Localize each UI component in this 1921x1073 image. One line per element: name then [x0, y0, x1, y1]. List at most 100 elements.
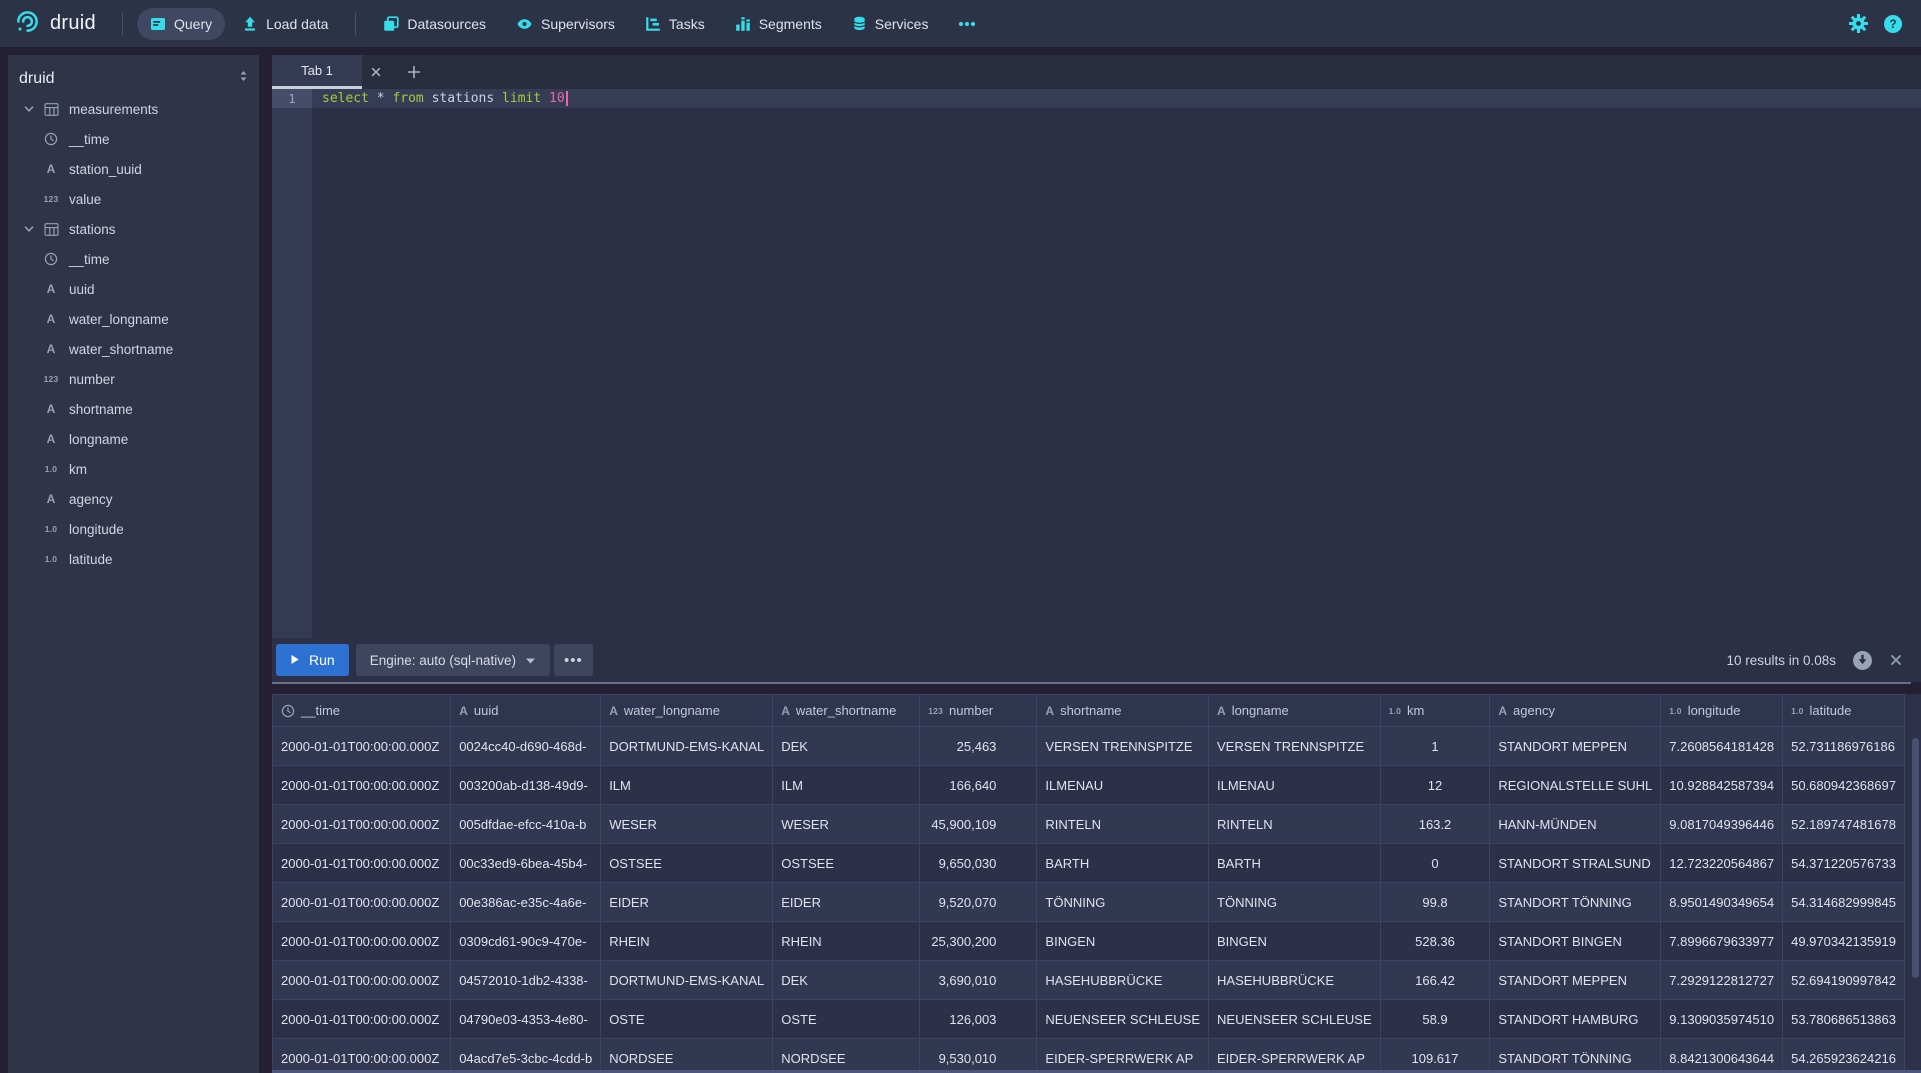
cell-number: 9,650,030 — [920, 844, 1037, 883]
chevron-down-icon[interactable] — [20, 103, 38, 115]
sql-token — [424, 89, 432, 108]
results-table: __timeAuuidAwater_longnameAwater_shortna… — [272, 694, 1921, 1073]
run-button[interactable]: Run — [276, 644, 349, 676]
column-header-uuid[interactable]: Auuid — [451, 695, 601, 727]
table-row[interactable]: 2000-01-01T00:00:00.000Z005dfdae-efcc-41… — [273, 805, 1921, 844]
tree-column-uuid[interactable]: Auuid — [8, 274, 259, 304]
cell-longname: RINTELN — [1209, 805, 1381, 844]
tree-column-water_shortname[interactable]: Awater_shortname — [8, 334, 259, 364]
table-row[interactable]: 2000-01-01T00:00:00.000Z00c33ed9-6bea-45… — [273, 844, 1921, 883]
table-row[interactable]: 2000-01-01T00:00:00.000Z0024cc40-d690-46… — [273, 727, 1921, 766]
cell-longname: NEUENSEER SCHLEUSE — [1209, 1000, 1381, 1039]
sql-line: select * from stations limit 10 — [312, 89, 1921, 108]
nav-menu: QueryLoad data DatasourcesSupervisorsTask… — [135, 8, 991, 40]
column-header-label: latitude — [1810, 703, 1852, 718]
nav-item-services[interactable]: Services — [839, 8, 942, 40]
column-header-latitude[interactable]: 1.0 latitude — [1783, 695, 1905, 727]
tree-table-measurements[interactable]: measurements — [8, 94, 259, 124]
nav-item-segments[interactable]: Segments — [722, 8, 835, 40]
close-results-icon[interactable] — [1889, 653, 1903, 667]
sql-token: 10 — [549, 89, 565, 108]
string-type-icon: A — [47, 402, 56, 416]
cell-water_shortname: DEK — [773, 961, 920, 1000]
cell-agency: STANDORT TÖNNING — [1490, 1039, 1661, 1073]
tree-column-agency[interactable]: Aagency — [8, 484, 259, 514]
column-header-water_shortname[interactable]: Awater_shortname — [773, 695, 920, 727]
double-caret-icon[interactable] — [238, 69, 249, 88]
column-header-number[interactable]: 123number — [920, 695, 1037, 727]
tree-column-shortname[interactable]: Ashortname — [8, 394, 259, 424]
datasources-icon — [383, 16, 399, 32]
table-row[interactable]: 2000-01-01T00:00:00.000Z04acd7e5-3cbc-4c… — [273, 1039, 1921, 1073]
column-header-shortname[interactable]: Ashortname — [1037, 695, 1209, 727]
cell-water_longname: DORTMUND-EMS-KANAL — [601, 961, 773, 1000]
nav-item-label: Services — [875, 16, 929, 32]
tree-column-station_uuid[interactable]: Astation_uuid — [8, 154, 259, 184]
tab-1[interactable]: Tab 1 — [272, 55, 362, 89]
pane-splitter[interactable] — [272, 682, 1911, 684]
tree-column-km[interactable]: 1.0km — [8, 454, 259, 484]
tree-column-label: shortname — [69, 402, 133, 417]
row-filler — [1905, 1000, 1921, 1039]
column-header-agency[interactable]: Aagency — [1490, 695, 1661, 727]
cell-water_shortname: OSTE — [773, 1000, 920, 1039]
tree-column-__time[interactable]: __time — [8, 124, 259, 154]
column-header-km[interactable]: 1.0km — [1380, 695, 1490, 727]
cell-km: 109.617 — [1380, 1039, 1490, 1073]
nav-item-load-data[interactable]: Load data — [229, 8, 341, 40]
help-icon[interactable]: ? — [1883, 14, 1903, 34]
results-vertical-scrollbar[interactable] — [1912, 738, 1919, 978]
top-nav: druid QueryLoad dataDatasourcesSuperviso… — [0, 0, 1921, 47]
column-header-longitude[interactable]: 1.0longitude — [1661, 695, 1783, 727]
nav-divider — [122, 13, 123, 35]
chevron-down-icon[interactable] — [20, 223, 38, 235]
tree-table-label: stations — [69, 222, 116, 237]
download-icon[interactable] — [1852, 650, 1873, 671]
table-row[interactable]: 2000-01-01T00:00:00.000Z04790e03-4353-4e… — [273, 1000, 1921, 1039]
add-tab-icon[interactable] — [400, 55, 428, 89]
table-row[interactable]: 2000-01-01T00:00:00.000Z04572010-1db2-43… — [273, 961, 1921, 1000]
cell-water_longname: NORDSEE — [601, 1039, 773, 1073]
float-type-icon: 1.0 — [1791, 706, 1803, 716]
cell-longname: EIDER-SPERRWERK AP — [1209, 1039, 1381, 1073]
cell-water_longname: OSTSEE — [601, 844, 773, 883]
tree-column-label: __time — [69, 132, 110, 147]
table-row[interactable]: 2000-01-01T00:00:00.000Z003200ab-d138-49… — [273, 766, 1921, 805]
cell-water_longname: OSTE — [601, 1000, 773, 1039]
tree-column-latitude[interactable]: 1.0latitude — [8, 544, 259, 574]
tree-column-number[interactable]: 123number — [8, 364, 259, 394]
tree-table-stations[interactable]: stations — [8, 214, 259, 244]
tree-column-longname[interactable]: Alongname — [8, 424, 259, 454]
tree-column-__time[interactable]: __time — [8, 244, 259, 274]
column-header-label: uuid — [474, 703, 499, 718]
tree-column-water_longname[interactable]: Awater_longname — [8, 304, 259, 334]
schema-tree: measurements__timeAstation_uuid123values… — [8, 94, 259, 574]
tree-column-value[interactable]: 123value — [8, 184, 259, 214]
gear-icon[interactable] — [1849, 14, 1868, 33]
column-header-longname[interactable]: Alongname — [1209, 695, 1381, 727]
druid-logo-icon — [14, 8, 41, 40]
table-row[interactable]: 2000-01-01T00:00:00.000Z00e386ac-e35c-4a… — [273, 883, 1921, 922]
engine-dropdown[interactable]: Engine: auto (sql-native) — [356, 644, 550, 676]
nav-item-datasources[interactable]: Datasources — [370, 8, 499, 40]
nav-item-supervisors[interactable]: Supervisors — [503, 8, 628, 40]
string-type-icon: A — [1217, 704, 1226, 718]
nav-item-query[interactable]: Query — [137, 8, 225, 40]
cell-number: 45,900,109 — [920, 805, 1037, 844]
tab-close-icon[interactable] — [362, 55, 390, 89]
sql-editor[interactable]: select * from stations limit 10 — [312, 89, 1921, 638]
tree-column-label: longitude — [69, 522, 124, 537]
number-type-icon: 123 — [44, 374, 59, 384]
string-type-icon: A — [609, 704, 618, 718]
table-row[interactable]: 2000-01-01T00:00:00.000Z0309cd61-90c9-47… — [273, 922, 1921, 961]
clock-icon — [44, 252, 58, 266]
cell-latitude: 54.371220576733 — [1783, 844, 1905, 883]
tree-column-longitude[interactable]: 1.0longitude — [8, 514, 259, 544]
nav-item-more[interactable] — [945, 8, 989, 40]
column-header-__time[interactable]: __time — [273, 695, 451, 727]
query-more-button[interactable]: ••• — [554, 644, 593, 676]
column-header-water_longname[interactable]: Awater_longname — [601, 695, 773, 727]
column-header-label: longname — [1232, 703, 1289, 718]
tree-column-label: value — [69, 192, 101, 207]
nav-item-tasks[interactable]: Tasks — [632, 8, 718, 40]
